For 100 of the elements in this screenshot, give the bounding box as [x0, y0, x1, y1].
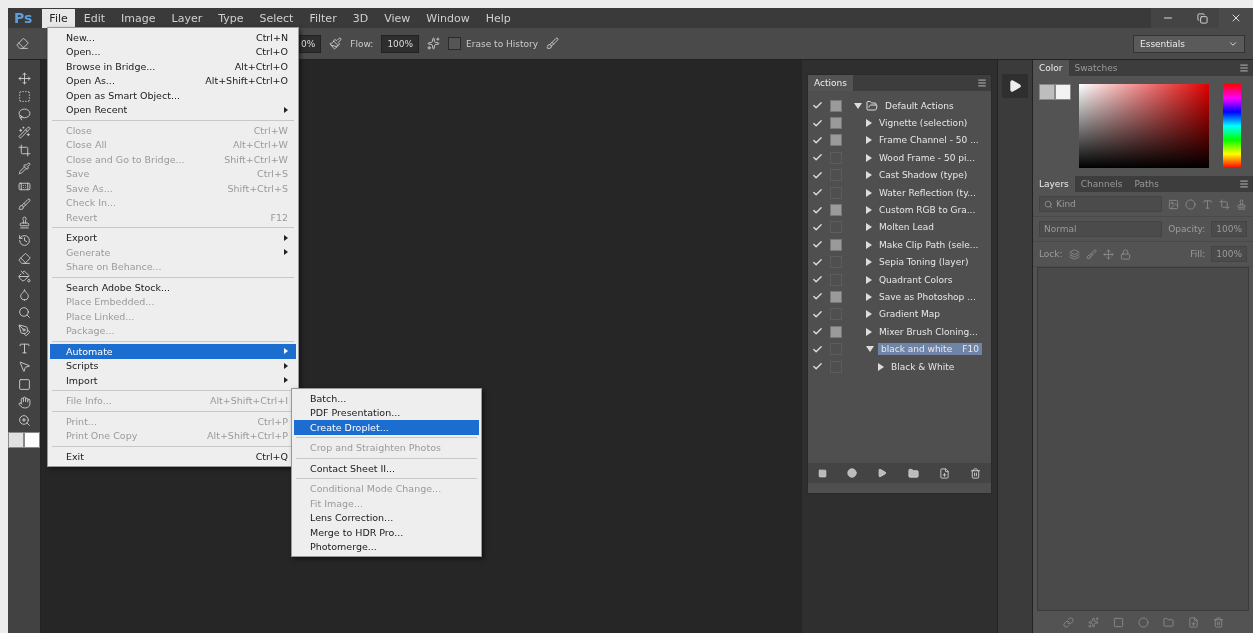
erase-to-history-checkbox[interactable]: Erase to History [448, 37, 538, 50]
menu-item[interactable]: Open... Ctrl+O [50, 44, 296, 59]
menu-bar-item[interactable]: Select [252, 8, 301, 28]
rectangle-icon[interactable] [17, 378, 31, 391]
pointer-icon[interactable] [17, 360, 31, 373]
folder-icon[interactable] [907, 467, 919, 479]
action-item[interactable]: Vignette (selection) [876, 117, 971, 130]
action-item[interactable]: Custom RGB to Gra... [876, 204, 979, 217]
action-item[interactable]: Black & White [888, 360, 958, 373]
action-item[interactable]: Sepia Toning (layer) [876, 256, 972, 269]
menu-bar-item[interactable]: 3D [345, 8, 376, 28]
menu-bar-item[interactable]: Edit [76, 8, 113, 28]
stop-icon[interactable] [818, 468, 828, 478]
action-item[interactable]: Water Reflection (ty... [876, 186, 979, 199]
panel-menu-icon[interactable] [1239, 63, 1249, 73]
menu-bar-item[interactable]: Image [114, 8, 163, 28]
play-icon[interactable] [877, 468, 888, 478]
action-item[interactable]: Quadrant Colors [876, 273, 956, 286]
brush-icon[interactable] [17, 198, 31, 211]
dialog-toggle[interactable] [830, 291, 842, 303]
disclosure-triangle-icon[interactable] [866, 327, 872, 336]
panel-tab[interactable]: Actions [808, 75, 853, 91]
dialog-toggle[interactable] [830, 238, 842, 251]
droplet-icon[interactable] [17, 288, 31, 301]
menu-item[interactable]: Create Droplet... [294, 420, 479, 435]
disclosure-triangle-icon[interactable] [866, 153, 872, 162]
disclosure-triangle-icon[interactable] [866, 223, 872, 232]
dialog-toggle[interactable] [830, 204, 842, 217]
action-item[interactable]: Wood Frame - 50 pi... [876, 151, 979, 164]
new-item-icon[interactable] [938, 467, 950, 479]
disclosure-triangle-icon[interactable] [866, 188, 872, 197]
eraser-icon[interactable] [16, 37, 29, 50]
menu-item[interactable]: Lens Correction... [294, 510, 479, 525]
menu-item[interactable]: Merge to HDR Pro... [294, 525, 479, 540]
dashed-square-icon[interactable] [17, 90, 31, 103]
panel-menu-icon[interactable] [977, 78, 987, 88]
trash-icon[interactable] [969, 467, 981, 479]
flow-field[interactable]: 100% [381, 34, 420, 53]
action-item[interactable]: Frame Channel - 50 ... [876, 134, 982, 147]
type-icon[interactable] [17, 342, 31, 355]
eraser-icon[interactable] [17, 252, 31, 265]
pipette-icon[interactable] [17, 162, 31, 175]
menu-item[interactable]: New... Ctrl+N [50, 30, 296, 45]
menu-bar-item[interactable]: Filter [302, 8, 344, 28]
foreground-color-swatch[interactable] [1039, 84, 1055, 100]
brush-icon[interactable] [546, 37, 559, 50]
disclosure-triangle-icon[interactable] [866, 275, 872, 284]
workspace-dropdown[interactable]: Essentials [1133, 34, 1245, 53]
action-item[interactable]: Default Actions [882, 99, 957, 112]
panel-menu-icon[interactable] [1239, 179, 1249, 189]
disclosure-triangle-icon[interactable] [866, 310, 872, 319]
menu-item[interactable]: Import [50, 373, 296, 388]
dialog-toggle[interactable] [830, 117, 842, 130]
menu-bar-item[interactable]: Window [419, 8, 477, 28]
action-item[interactable]: Cast Shadow (type) [876, 169, 971, 182]
crop-icon[interactable] [17, 144, 31, 157]
menu-item[interactable]: Browse in Bridge... Alt+Ctrl+O [50, 59, 296, 74]
zoom-icon[interactable] [17, 414, 31, 427]
stamp-icon[interactable] [17, 216, 31, 229]
menu-item[interactable]: Photomerge... [294, 539, 479, 554]
menu-item[interactable]: Export [50, 230, 296, 245]
action-item[interactable]: Mixer Brush Cloning... [876, 325, 981, 338]
disclosure-triangle-icon[interactable] [866, 258, 872, 267]
paint-bucket-icon[interactable] [17, 270, 31, 283]
menu-item[interactable]: Open as Smart Object... [50, 88, 296, 103]
menu-item[interactable]: Automate [50, 344, 296, 359]
airbrush-icon[interactable] [329, 37, 343, 50]
lasso-icon[interactable] [17, 108, 31, 121]
restore-button[interactable] [1185, 8, 1219, 28]
menu-bar-item[interactable]: View [377, 8, 418, 28]
disclosure-triangle-icon[interactable] [866, 136, 872, 145]
search-icon[interactable] [17, 306, 31, 319]
menu-bar-item[interactable]: Type [211, 8, 251, 28]
pen-icon[interactable] [17, 324, 31, 337]
disclosure-triangle-icon[interactable] [866, 119, 872, 128]
menu-bar-item[interactable]: Layer [164, 8, 210, 28]
disclosure-triangle-icon[interactable] [854, 102, 862, 109]
wand-icon[interactable] [17, 126, 31, 139]
menu-item[interactable]: Open As... Alt+Shift+Ctrl+O [50, 73, 296, 88]
panel-tab[interactable]: Swatches [1068, 60, 1124, 76]
dialog-toggle[interactable] [830, 325, 842, 338]
menu-item[interactable]: Search Adobe Stock... [50, 280, 296, 295]
record-icon[interactable] [847, 468, 858, 478]
move-icon[interactable] [17, 72, 31, 85]
menu-item[interactable]: Batch... [294, 391, 479, 406]
bandage-icon[interactable] [17, 180, 31, 193]
menu-item[interactable]: Open Recent [50, 102, 296, 117]
action-item[interactable]: Make Clip Path (sele... [876, 238, 982, 251]
minimize-button[interactable] [1151, 8, 1185, 28]
disclosure-triangle-icon[interactable] [866, 171, 872, 180]
panel-tab[interactable]: Layers [1033, 176, 1075, 192]
foreground-color-swatch[interactable] [8, 432, 24, 448]
panel-tab[interactable]: Channels [1074, 176, 1129, 192]
history-icon[interactable] [17, 234, 31, 247]
action-item[interactable]: Save as Photoshop ... [876, 291, 979, 303]
menu-bar-item[interactable]: Help [478, 8, 518, 28]
action-item[interactable]: Molten Lead [876, 221, 938, 234]
play-button[interactable] [1002, 74, 1028, 98]
panel-tab[interactable]: Paths [1128, 176, 1165, 192]
dialog-toggle[interactable] [830, 99, 842, 112]
